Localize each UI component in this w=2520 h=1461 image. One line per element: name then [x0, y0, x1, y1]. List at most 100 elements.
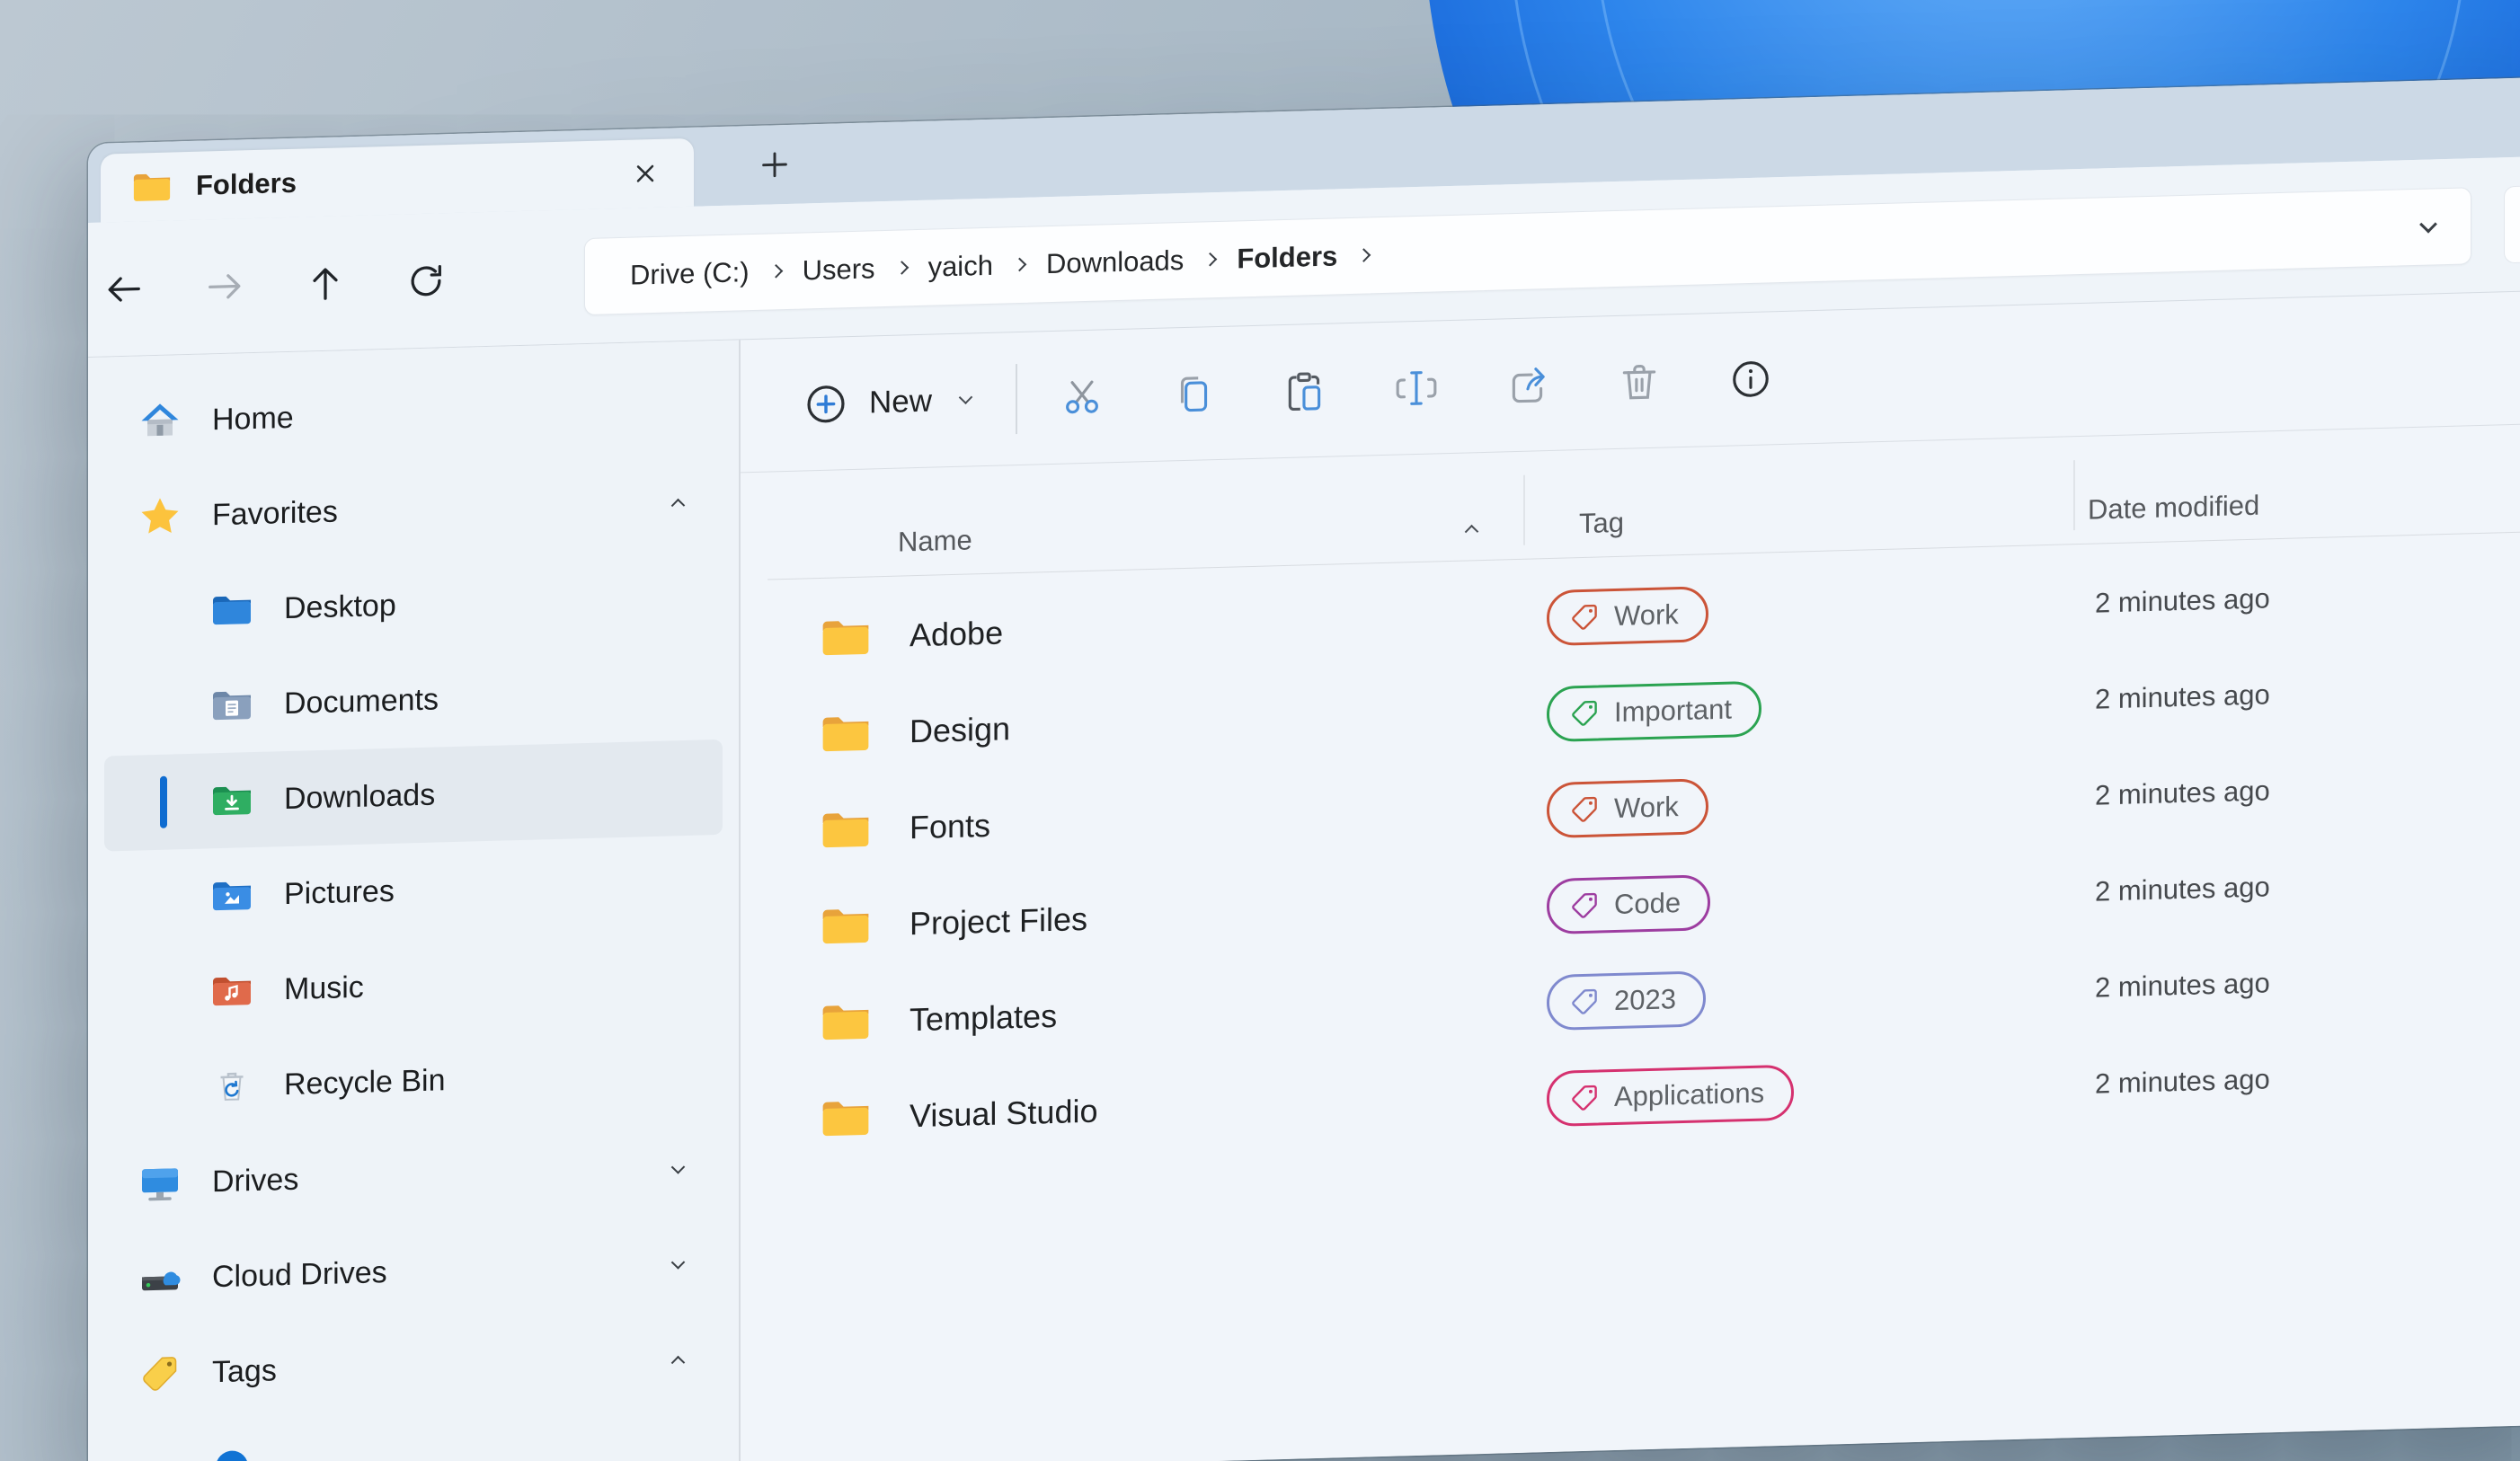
file-name: Fonts [910, 806, 990, 846]
date-modified: 2 minutes ago [2073, 959, 2520, 1005]
tag-label: Code [1614, 887, 1681, 921]
sidebar-item-cloud-drives[interactable]: Cloud Drives [104, 1216, 723, 1328]
pictures-folder-icon [210, 873, 253, 917]
chevron-down-icon[interactable] [2422, 220, 2435, 233]
sidebar-item-drives[interactable]: Drives [104, 1120, 723, 1233]
refresh-button[interactable] [403, 257, 449, 305]
search-input[interactable]: Sea [2504, 179, 2520, 263]
column-header-date-modified[interactable]: Date modified [2073, 424, 2520, 545]
recycle-bin-icon [210, 1064, 253, 1108]
new-button-label: New [869, 383, 932, 421]
date-modified: 2 minutes ago [2073, 670, 2520, 716]
sidebar-item-label: Cloud Drives [212, 1254, 387, 1294]
tag-icon [1569, 601, 1600, 633]
folder-icon [820, 706, 872, 760]
tag-label: Work [1614, 791, 1679, 825]
file-name: Visual Studio [910, 1092, 1097, 1135]
chevron-right-icon [1203, 252, 1218, 267]
breadcrumb-item-downloads[interactable]: Downloads [1046, 244, 1184, 280]
sidebar-item-label: Favorites [212, 494, 338, 533]
chevron-down-icon[interactable] [673, 1164, 683, 1174]
rename-icon [1394, 365, 1439, 411]
sidebar-item-label: Home [212, 400, 294, 437]
up-button[interactable] [302, 260, 349, 307]
sidebar-item-pictures[interactable]: Pictures [104, 835, 723, 947]
back-button[interactable] [101, 265, 147, 313]
plus-circle-icon [803, 380, 849, 428]
tag-label: Work [1614, 598, 1679, 633]
folder-icon [820, 802, 872, 856]
documents-folder-icon [210, 683, 253, 727]
tag-yellow-icon [138, 1351, 182, 1395]
tab-title: Folders [196, 167, 297, 202]
sidebar-item-documents[interactable]: Documents [104, 644, 723, 757]
forward-button[interactable] [201, 262, 248, 310]
tag-badge: Applications [1547, 1064, 1794, 1126]
new-button[interactable]: New [790, 367, 983, 438]
paste-button[interactable] [1280, 365, 1330, 417]
info-icon [1728, 356, 1773, 402]
breadcrumb-item-drive-c[interactable]: Drive (C:) [630, 256, 750, 292]
chevron-up-icon[interactable] [673, 498, 683, 508]
copy-icon [1171, 371, 1216, 417]
toolbar-separator [1016, 364, 1017, 434]
share-button[interactable] [1503, 359, 1553, 411]
tag-badge: Code [1547, 874, 1710, 934]
tag-icon [1569, 697, 1600, 729]
copy-button[interactable] [1168, 367, 1219, 420]
music-folder-icon [210, 969, 253, 1013]
rename-button[interactable] [1391, 362, 1442, 414]
tag-badge: Work [1547, 586, 1708, 646]
folder-icon [820, 610, 872, 664]
close-tab-button[interactable] [622, 150, 669, 198]
sidebar-item-music[interactable]: Music [104, 930, 723, 1042]
sidebar-item-label: Documents [284, 682, 439, 722]
tag-label: 2023 [1614, 983, 1676, 1017]
delete-button[interactable] [1614, 356, 1664, 408]
cloud-drive-icon [138, 1256, 182, 1300]
file-name: Templates [910, 996, 1057, 1038]
star-icon [138, 494, 182, 538]
chevron-down-icon[interactable] [673, 1260, 683, 1270]
tag-icon [1569, 986, 1600, 1017]
sidebar-item-recycle-bin[interactable]: Recycle Bin [104, 1025, 723, 1138]
column-header-tag[interactable]: Tag [1523, 437, 2073, 560]
cut-button[interactable] [1057, 371, 1107, 423]
chevron-up-icon[interactable] [673, 1355, 683, 1365]
file-name: Adobe [910, 614, 1003, 654]
sidebar-item-favorites[interactable]: Favorites [104, 454, 723, 566]
chevron-down-icon [959, 390, 973, 404]
sidebar-item-home[interactable]: Home [104, 359, 723, 471]
tag-icon [1569, 1082, 1600, 1113]
folder-icon [820, 995, 872, 1049]
tag-icon [1569, 890, 1600, 921]
sidebar-item-label: Recycle Bin [284, 1063, 446, 1102]
sidebar-item-label: Downloads [284, 777, 435, 817]
new-tab-button[interactable] [751, 141, 798, 189]
date-modified: 2 minutes ago [2073, 766, 2520, 812]
tag-label: Important [1614, 693, 1732, 729]
address-bar[interactable]: Drive (C:) Users yaich Downloads Folders [584, 187, 2471, 315]
scissors-icon [1060, 374, 1105, 420]
sidebar-item-tags[interactable]: Tags [104, 1311, 723, 1423]
breadcrumb: Drive (C:) Users yaich Downloads Folders [630, 239, 1369, 291]
chevron-right-icon [894, 261, 909, 275]
breadcrumb-item-yaich[interactable]: yaich [928, 249, 993, 283]
info-button[interactable] [1726, 353, 1776, 405]
file-name: Project Files [910, 899, 1087, 942]
file-list: Adobe Work 2 minutes ago Design Importan… [741, 532, 2520, 1169]
share-icon [1505, 361, 1550, 407]
sidebar-item-label: Drives [212, 1162, 298, 1200]
sidebar-item-downloads[interactable]: Downloads [104, 739, 723, 852]
date-modified: 2 minutes ago [2073, 1055, 2520, 1101]
tag-badge: 2023 [1547, 970, 1706, 1031]
breadcrumb-item-users[interactable]: Users [803, 252, 875, 287]
file-explorer-window: Folders Drive (C:) Users yaich Downloads Fol… [88, 77, 2520, 1461]
folder-icon [820, 899, 872, 952]
paste-icon [1282, 367, 1327, 413]
sidebar-item-label: Desktop [284, 588, 396, 625]
date-modified: 2 minutes ago [2073, 863, 2520, 908]
tag-icon [1569, 793, 1600, 825]
breadcrumb-item-folders[interactable]: Folders [1237, 240, 1337, 275]
sidebar-item-desktop[interactable]: Desktop [104, 549, 723, 661]
